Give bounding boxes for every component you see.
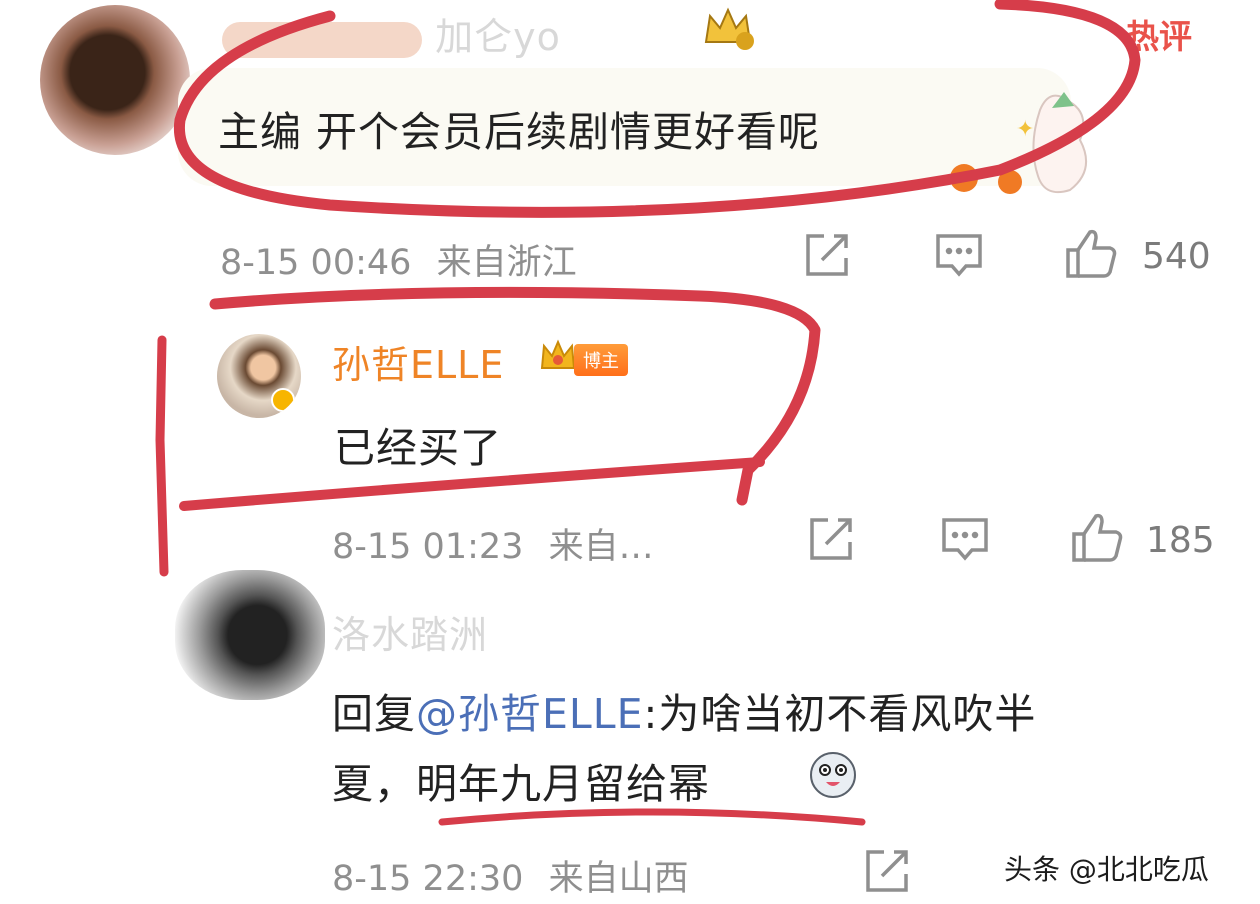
comment-location: 来自山西	[548, 859, 689, 899]
box-annotation-left	[155, 335, 169, 577]
comment-time: 8-15 22:30	[332, 859, 524, 899]
emoji-sticker-icon	[808, 750, 858, 800]
avatar[interactable]	[217, 334, 301, 418]
username[interactable]: 加仑yo	[222, 6, 692, 61]
comment-icon[interactable]	[940, 514, 990, 564]
username-text: 加仑yo	[435, 15, 561, 59]
verified-icon	[271, 388, 295, 412]
comment-text-line1: :为啥当初不看风吹半	[643, 690, 1037, 738]
hot-comment-label: 热评	[1126, 17, 1192, 56]
avatar[interactable]	[175, 570, 325, 700]
username[interactable]: 洛水踏洲	[332, 604, 488, 659]
username[interactable]: 孙哲ELLE	[332, 334, 504, 389]
comment-location: 来自浙江	[436, 243, 577, 283]
comment-text[interactable]: 回复@孙哲ELLE:为啥当初不看风吹半	[332, 680, 1036, 740]
blogger-badge: 博主	[574, 344, 628, 376]
crown-icon	[700, 4, 756, 52]
share-icon[interactable]	[806, 514, 856, 564]
avatar[interactable]	[40, 5, 190, 155]
share-icon[interactable]	[862, 846, 912, 896]
like-count: 540	[1142, 236, 1211, 277]
crown-icon	[538, 338, 578, 376]
comment-text[interactable]: 主编 开个会员后续剧情更好看呢	[218, 98, 820, 158]
comment-text[interactable]: 已经买了	[334, 414, 502, 474]
share-icon[interactable]	[802, 230, 852, 280]
comment-time: 8-15 01:23	[332, 527, 524, 567]
comment-text-line2: 夏，明年九月留给幂	[332, 760, 710, 808]
like-icon[interactable]	[1064, 226, 1118, 280]
comment-time: 8-15 00:46	[220, 243, 412, 283]
mention-link[interactable]: @孙哲ELLE	[416, 690, 644, 738]
like-count: 185	[1146, 520, 1215, 561]
watermark: 头条 @北北吃瓜	[1004, 853, 1209, 886]
reply-prefix: 回复	[332, 690, 416, 738]
box-annotation-top	[209, 286, 821, 506]
comment-text-line2-wrap: 夏，明年九月留给幂	[332, 750, 710, 810]
comment-location: 来自…	[548, 527, 654, 567]
like-icon[interactable]	[1070, 510, 1124, 564]
underline-annotation	[438, 808, 866, 826]
rabbit-sticker-icon: ✦	[940, 90, 1100, 200]
svg-text:✦: ✦	[1016, 117, 1034, 142]
comment-icon[interactable]	[934, 230, 984, 280]
